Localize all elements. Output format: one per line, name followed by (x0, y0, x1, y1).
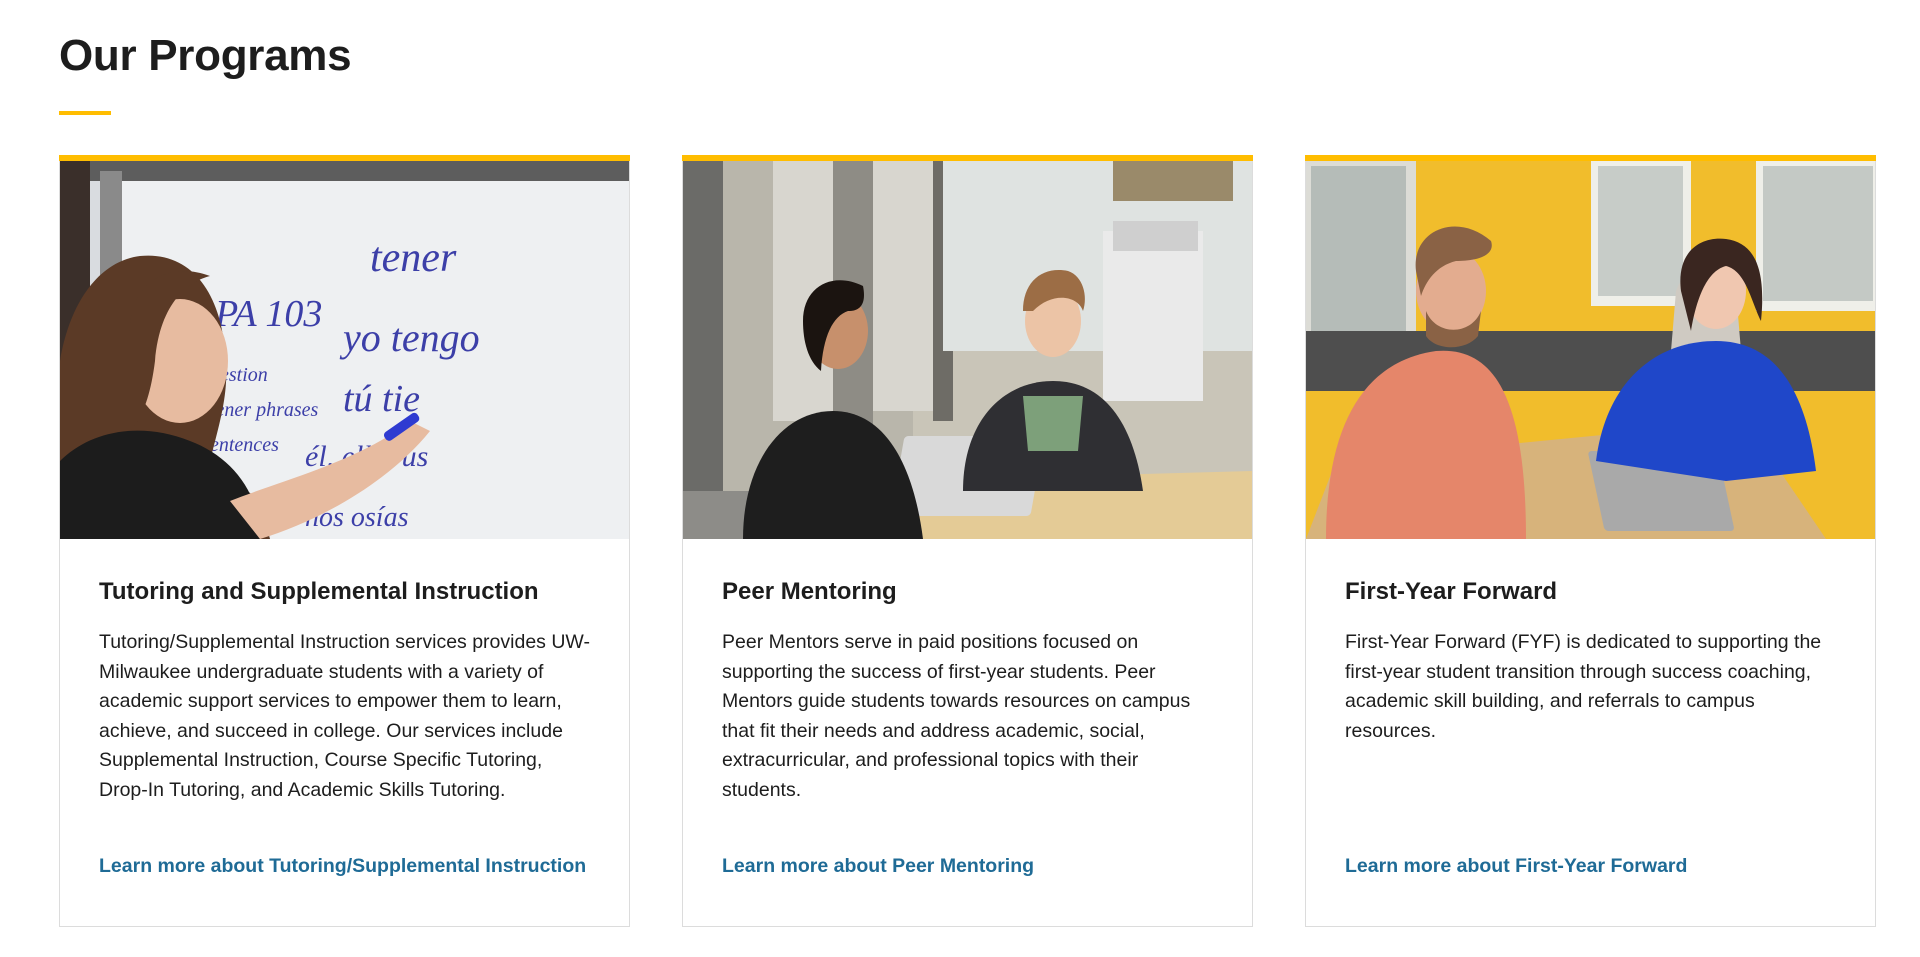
learn-more-link-tutoring[interactable]: Learn more about Tutoring/Supplemental I… (99, 855, 586, 878)
svg-text:yo tengo: yo tengo (339, 315, 480, 360)
learn-more-link-peer-mentoring[interactable]: Learn more about Peer Mentoring (722, 855, 1034, 878)
svg-text:tener phrases: tener phrases (210, 399, 319, 421)
card-title: First-Year Forward (1345, 578, 1558, 605)
svg-text:entences: entences (210, 434, 279, 456)
learn-more-link-first-year-forward[interactable]: Learn more about First-Year Forward (1345, 855, 1687, 878)
programs-section: Our Programs (0, 0, 1920, 115)
card-title: Peer Mentoring (722, 578, 897, 605)
card-description: Peer Mentors serve in paid positions foc… (722, 631, 1191, 801)
card-image-first-year-forward (1306, 161, 1875, 539)
program-card-peer-mentoring: Peer Mentoring Peer Mentors serve in pai… (682, 155, 1253, 927)
card-description: First-Year Forward (FYF) is dedicated to… (1345, 631, 1822, 742)
section-title: Our Programs (59, 31, 352, 80)
program-card-tutoring: tener PA 103 yo tengo tú tie él, ella, u… (59, 155, 630, 927)
card-image-peer-mentoring (683, 161, 1252, 539)
svg-text:tú tie: tú tie (343, 378, 420, 420)
title-accent-underline (59, 111, 111, 115)
svg-text:PA 103: PA 103 (214, 293, 322, 335)
card-title: Tutoring and Supplemental Instruction (99, 578, 539, 605)
card-image-tutoring: tener PA 103 yo tengo tú tie él, ella, u… (60, 161, 629, 539)
program-cards: tener PA 103 yo tengo tú tie él, ella, u… (59, 155, 1876, 927)
program-card-first-year-forward: First-Year Forward First-Year Forward (F… (1305, 155, 1876, 927)
card-description: Tutoring/Supplemental Instruction servic… (99, 631, 590, 801)
svg-text:tener: tener (370, 235, 457, 281)
